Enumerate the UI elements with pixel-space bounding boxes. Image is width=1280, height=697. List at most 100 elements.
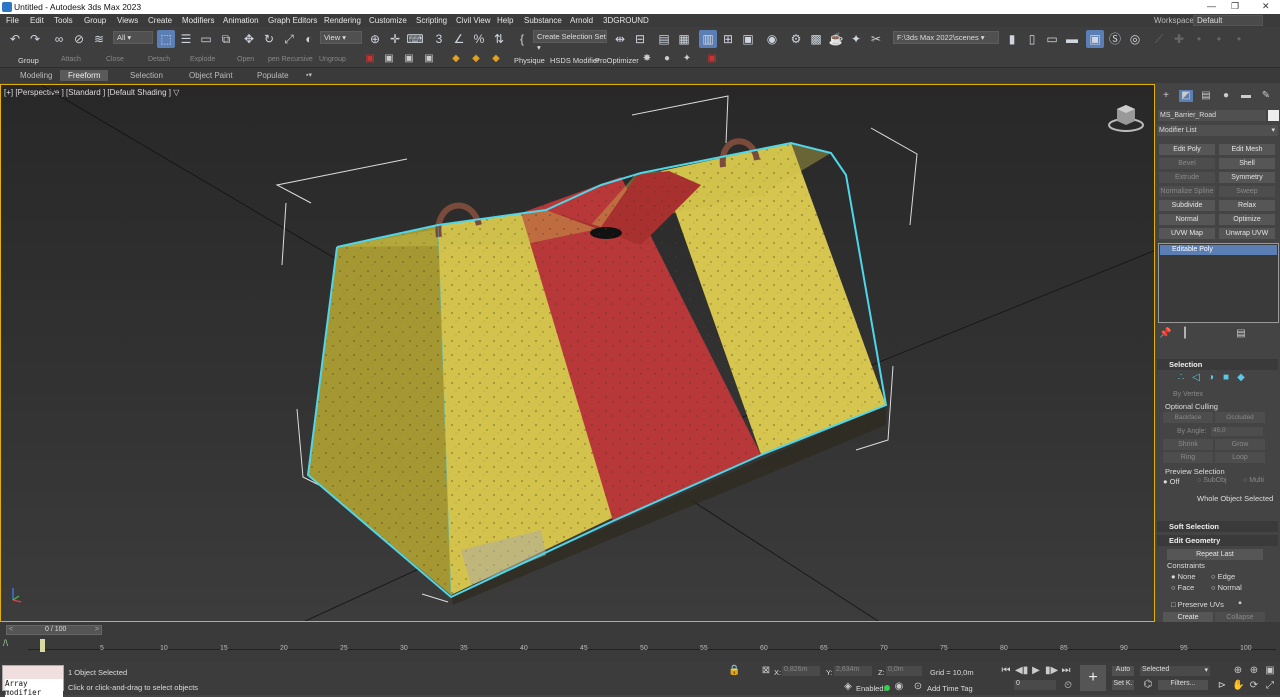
adaptive-degradation-icon[interactable]: ◈ bbox=[842, 681, 854, 693]
time-slider[interactable]: < 0 / 100 > bbox=[6, 625, 102, 635]
modifier-button-unwrap-uvw[interactable]: Unwrap UVW bbox=[1219, 228, 1275, 239]
pin-stack-icon[interactable]: 📌 bbox=[1159, 328, 1171, 340]
isolate-icon[interactable]: ◉ bbox=[893, 681, 905, 693]
menu-help[interactable]: Help bbox=[497, 16, 513, 25]
goto-end-icon[interactable]: ⏭ bbox=[1060, 665, 1072, 677]
occluded-button[interactable]: Occluded bbox=[1215, 412, 1265, 423]
select-manipulate-icon[interactable]: ✛ bbox=[386, 30, 404, 48]
modifier-button-shell[interactable]: Shell bbox=[1219, 158, 1275, 169]
modifier-button-sweep[interactable]: Sweep bbox=[1219, 186, 1275, 197]
menu-modifiers[interactable]: Modifiers bbox=[182, 16, 214, 25]
project-folder-icon[interactable]: ▮ bbox=[1003, 30, 1021, 48]
ribbon-tab-modeling[interactable]: Modeling bbox=[12, 70, 60, 81]
modifier-button-symmetry[interactable]: Symmetry bbox=[1219, 172, 1275, 183]
modifier-button-relax[interactable]: Relax bbox=[1219, 200, 1275, 211]
shrink-button[interactable]: Shrink bbox=[1163, 439, 1213, 450]
menu-rendering[interactable]: Rendering bbox=[324, 16, 361, 25]
soft-selection-rollout-header[interactable]: Soft Selection bbox=[1157, 521, 1278, 532]
render-production-icon[interactable]: ☕ bbox=[827, 30, 845, 48]
y-coordinate-field[interactable]: 2,634m bbox=[834, 666, 872, 676]
spinner-snap-icon[interactable]: ⇅ bbox=[490, 30, 508, 48]
named-selection-dropdown[interactable]: Create Selection Set ▾ bbox=[533, 30, 607, 52]
object-name-field[interactable]: MS_Barrier_Road bbox=[1158, 110, 1266, 121]
track-bar[interactable] bbox=[28, 638, 1276, 650]
modifier-list-dropdown[interactable]: Modifier List ▾ bbox=[1157, 125, 1278, 136]
menu-arnold[interactable]: Arnold bbox=[570, 16, 593, 25]
repeat-last-button[interactable]: Repeat Last bbox=[1167, 549, 1263, 560]
edit-named-selection-icon[interactable]: { bbox=[513, 30, 531, 48]
ribbon-tab-object-paint[interactable]: Object Paint bbox=[181, 70, 241, 81]
menu-substance[interactable]: Substance bbox=[524, 16, 562, 25]
backface-button[interactable]: Backface bbox=[1163, 412, 1213, 423]
time-tag-icon[interactable]: ⊙ bbox=[912, 681, 924, 693]
menu-tools[interactable]: Tools bbox=[54, 16, 73, 25]
border-mode-icon[interactable]: ◑ bbox=[1205, 372, 1217, 384]
time-config-icon[interactable]: ⏲ bbox=[1062, 680, 1074, 692]
element-mode-icon[interactable]: ◆ bbox=[1235, 372, 1247, 384]
modifier-button-normalize-spline[interactable]: Normalize Spline bbox=[1159, 186, 1215, 197]
close-icon[interactable]: ✕ bbox=[1262, 1, 1270, 12]
modifier-button-optimize[interactable]: Optimize bbox=[1219, 214, 1275, 225]
menu-graph-editors[interactable]: Graph Editors bbox=[268, 16, 317, 25]
create-tab-icon[interactable]: + bbox=[1159, 90, 1173, 102]
attach-button[interactable]: Attach bbox=[61, 56, 81, 63]
maximize-viewport-icon[interactable]: ⤢ bbox=[1264, 680, 1276, 692]
stack-item-editable-poly[interactable]: Editable Poly bbox=[1160, 245, 1277, 255]
plugin-g-icon[interactable]: ◆ bbox=[490, 53, 502, 65]
physique-button[interactable]: Physique bbox=[514, 56, 545, 65]
plugin-f-icon[interactable]: ◆ bbox=[470, 53, 482, 65]
plugin-c-icon[interactable]: ▣ bbox=[403, 53, 415, 65]
selection-rollout-header[interactable]: Selection bbox=[1157, 359, 1278, 370]
substance-icon[interactable]: Ⓢ bbox=[1106, 30, 1124, 48]
modifier-stack[interactable]: Editable Poly bbox=[1158, 243, 1279, 323]
extra-tool-2-icon[interactable]: ✚ bbox=[1170, 30, 1188, 48]
pan-icon[interactable]: ✋ bbox=[1232, 680, 1244, 692]
modifier-button-normal[interactable]: Normal bbox=[1159, 214, 1215, 225]
absolute-mode-icon[interactable]: ⊠ bbox=[760, 665, 772, 677]
open-button[interactable]: Open bbox=[237, 56, 254, 63]
prooptimizer-button[interactable]: ProOptimizer bbox=[595, 56, 639, 65]
plugin-a-icon[interactable]: ▣ bbox=[364, 53, 376, 65]
render-iterative-icon[interactable]: ✦ bbox=[847, 30, 865, 48]
placement-icon[interactable]: ◐ bbox=[300, 30, 318, 48]
unlink-icon[interactable]: ⊘ bbox=[70, 30, 88, 48]
detach-button[interactable]: Detach bbox=[148, 56, 170, 63]
menu-customize[interactable]: Customize bbox=[369, 16, 407, 25]
lock-selection-icon[interactable]: 🔒 bbox=[728, 665, 740, 677]
display-tab-icon[interactable]: ▬ bbox=[1239, 90, 1253, 102]
minimize-icon[interactable]: — bbox=[1207, 1, 1216, 11]
zoom-all-icon[interactable]: ⊕ bbox=[1248, 665, 1260, 677]
render-setup-icon[interactable]: ⚙ bbox=[787, 30, 805, 48]
render-online-icon[interactable]: ✂ bbox=[867, 30, 885, 48]
container-icon[interactable]: ▣ bbox=[1086, 30, 1104, 48]
key-filter-dropdown[interactable]: Selected ▾ bbox=[1140, 666, 1210, 676]
modifier-button-bevel[interactable]: Bevel bbox=[1159, 158, 1215, 169]
bind-space-warp-icon[interactable]: ≋ bbox=[90, 30, 108, 48]
menu-scripting[interactable]: Scripting bbox=[416, 16, 447, 25]
ungroup-button[interactable]: Ungroup bbox=[319, 56, 346, 63]
maxscript-listener[interactable]: Array modifier bbox=[2, 665, 64, 697]
ribbon-toggle-icon[interactable]: ▥ bbox=[699, 30, 717, 48]
ring-button[interactable]: Ring bbox=[1163, 452, 1213, 463]
preview-off-radio[interactable]: ● Off bbox=[1163, 477, 1180, 486]
zoom-extents-icon[interactable]: ▣ bbox=[1264, 665, 1276, 677]
extra-tool-3-icon[interactable]: • bbox=[1190, 30, 1208, 48]
scene-explorer-icon[interactable]: ▤ bbox=[655, 30, 673, 48]
orbit-icon[interactable]: ⟳ bbox=[1248, 680, 1260, 692]
current-frame-field[interactable]: 0 bbox=[1014, 680, 1056, 690]
schematic-view-icon[interactable]: ▣ bbox=[739, 30, 757, 48]
align-icon[interactable]: ⊟ bbox=[631, 30, 649, 48]
layer-explorer-icon[interactable]: ▦ bbox=[675, 30, 693, 48]
modify-tab-icon[interactable]: ◩ bbox=[1179, 90, 1193, 102]
modifier-button-edit-poly[interactable]: Edit Poly bbox=[1159, 144, 1215, 155]
ribbon-options-icon[interactable]: ▪▾ bbox=[298, 70, 320, 81]
vertex-mode-icon[interactable]: ∴ bbox=[1175, 372, 1187, 384]
hierarchy-tab-icon[interactable]: ▤ bbox=[1199, 90, 1213, 102]
fov-icon[interactable]: ⊳ bbox=[1216, 680, 1228, 692]
plugin-h-icon[interactable]: ✸ bbox=[641, 53, 653, 65]
modifier-button-uvw-map[interactable]: UVW Map bbox=[1159, 228, 1215, 239]
close-button[interactable]: Close bbox=[106, 56, 124, 63]
constraint-none-radio[interactable]: ● None bbox=[1171, 572, 1196, 581]
angle-snap-icon[interactable]: ∠ bbox=[450, 30, 468, 48]
percent-snap-icon[interactable]: % bbox=[470, 30, 488, 48]
